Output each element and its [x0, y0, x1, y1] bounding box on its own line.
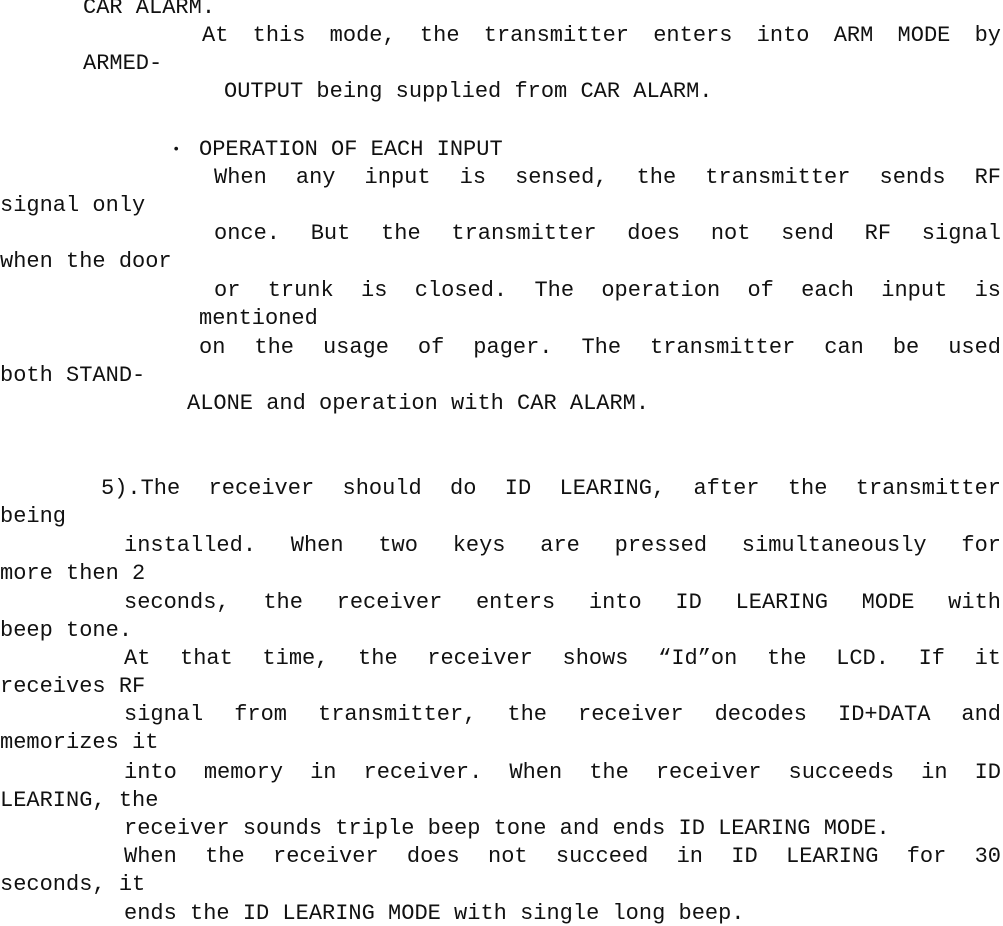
text-line: When any input is sensed, the transmitte…: [214, 165, 1001, 190]
text-line: At this mode, the transmitter enters int…: [202, 23, 1001, 48]
text-line: mentioned: [199, 306, 318, 331]
bullet-icon: •: [172, 142, 181, 158]
text-line: ends the ID LEARING MODE with single lon…: [124, 901, 745, 926]
text-line: seconds, the receiver enters into ID LEA…: [124, 590, 1001, 615]
text-line: signal only: [0, 193, 146, 218]
text-line: When the receiver does not succeed in ID…: [124, 844, 1001, 869]
text-line: signal from transmitter, the receiver de…: [124, 702, 1001, 727]
text-line: on the usage of pager. The transmitter c…: [199, 335, 1001, 360]
text-line: seconds, it: [0, 872, 146, 897]
text-line: both STAND-: [0, 363, 146, 388]
text-line: or trunk is closed. The operation of eac…: [214, 278, 1001, 303]
text-line: CAR ALARM.: [83, 0, 216, 20]
text-line: ARMED-: [83, 51, 163, 76]
text-line: receiver sounds triple beep tone and end…: [124, 816, 890, 841]
text-line: ALONE and operation with CAR ALARM.: [187, 391, 650, 416]
text-line: At that time, the receiver shows “Id”on …: [124, 646, 1001, 671]
text-line: memorizes it: [0, 730, 159, 755]
text-line: beep tone.: [0, 618, 133, 643]
text-line: OUTPUT being supplied from CAR ALARM.: [224, 79, 713, 104]
text-line: 5).The receiver should do ID LEARING, af…: [101, 476, 1001, 501]
text-line: once. But the transmitter does not send …: [214, 221, 1001, 246]
text-line: into memory in receiver. When the receiv…: [124, 760, 1001, 785]
text-line: LEARING, the: [0, 788, 159, 813]
text-line: installed. When two keys are pressed sim…: [124, 533, 1001, 558]
text-line: more then 2: [0, 561, 146, 586]
section-heading: OPERATION OF EACH INPUT: [199, 137, 503, 162]
text-line: when the door: [0, 249, 172, 274]
text-line: receives RF: [0, 674, 146, 699]
text-line: being: [0, 504, 67, 529]
